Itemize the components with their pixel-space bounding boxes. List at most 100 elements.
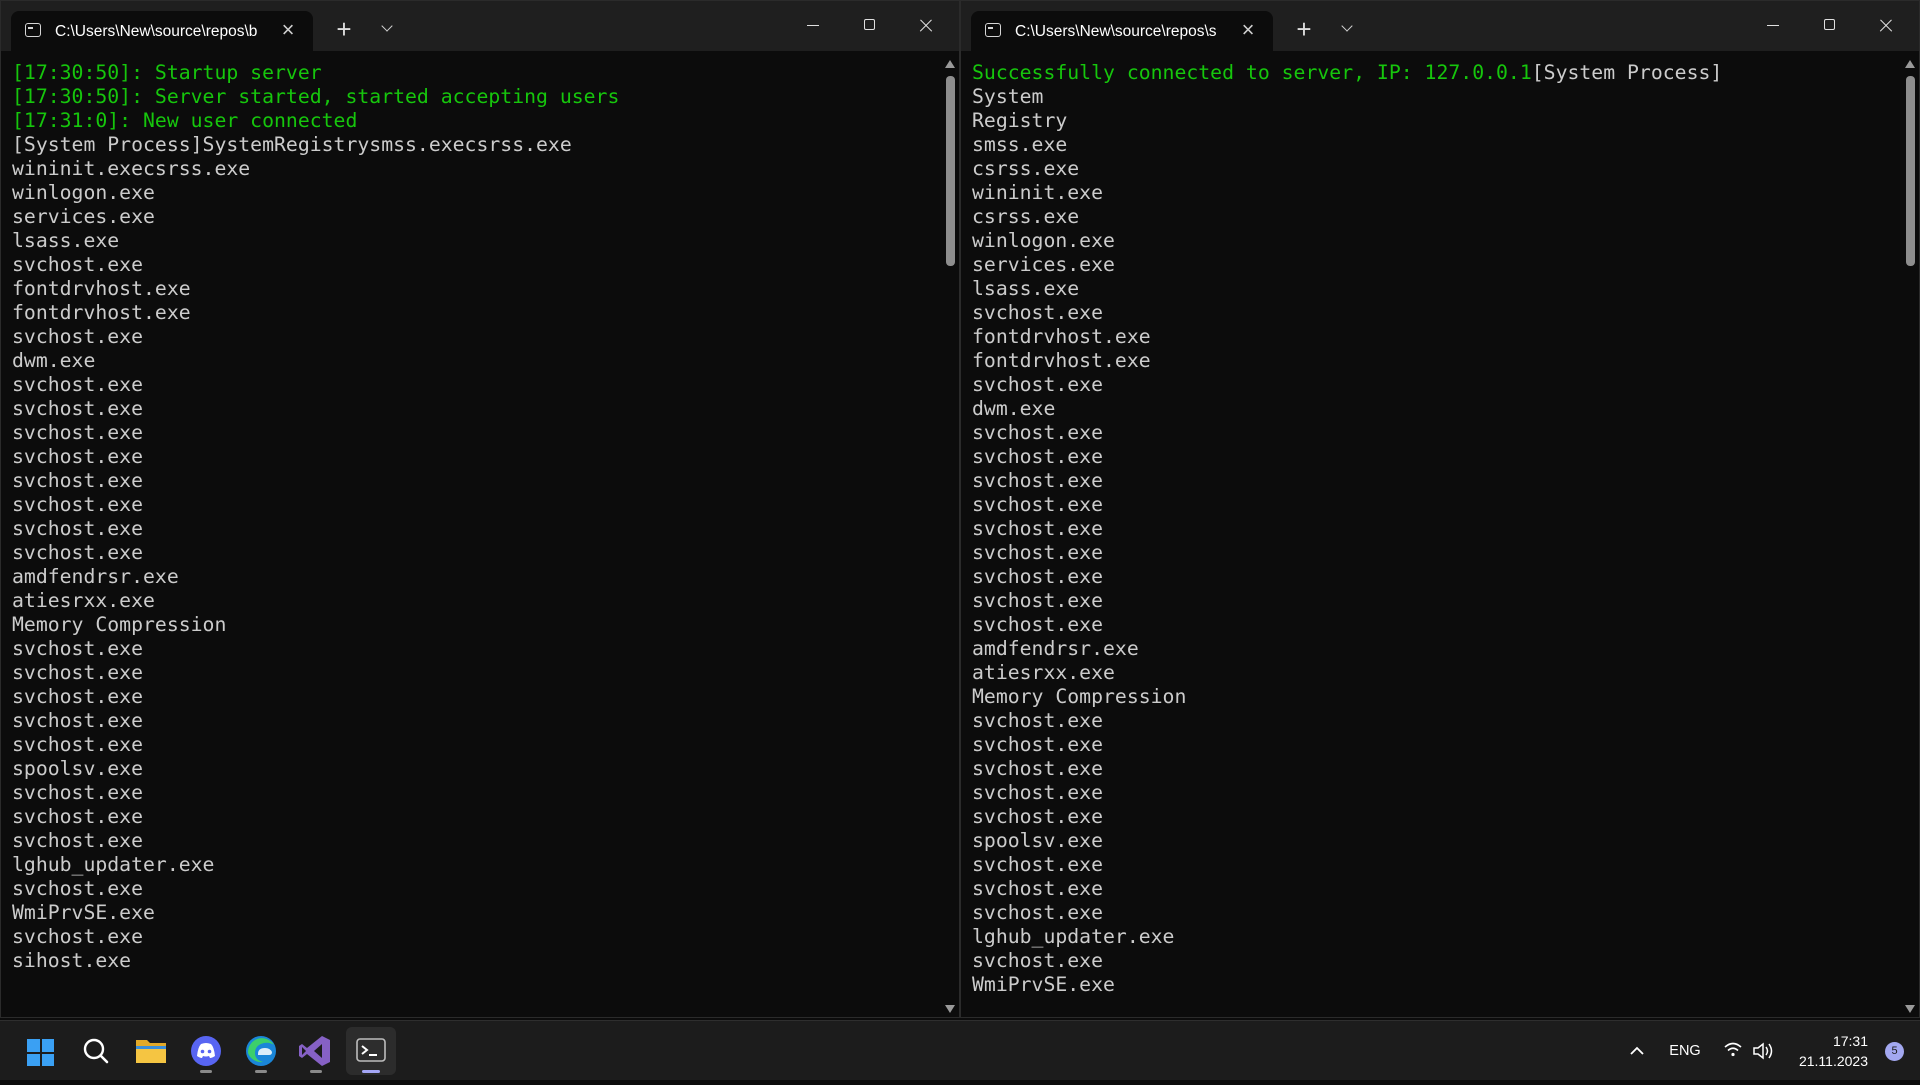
network-button[interactable] xyxy=(1718,1021,1748,1081)
console-line: services.exe xyxy=(12,205,155,228)
notification-badge[interactable]: 5 xyxy=(1885,1042,1904,1061)
minimize-button[interactable] xyxy=(1745,1,1801,51)
search-icon xyxy=(83,1038,109,1064)
close-window-button[interactable] xyxy=(1857,1,1913,51)
console-line: amdfendrsr.exe xyxy=(12,565,179,588)
console-text-segment: Successfully connected to server, IP: 12… xyxy=(972,61,1532,84)
clock-time: 17:31 xyxy=(1832,1033,1868,1049)
console-line: dwm.exe xyxy=(12,349,96,372)
console-line: svchost.exe xyxy=(12,469,144,492)
console-line: svchost.exe xyxy=(972,589,1104,612)
new-tab-button[interactable]: + xyxy=(329,14,359,44)
new-tab-button[interactable]: + xyxy=(1289,14,1319,44)
console-line: svchost.exe xyxy=(12,709,144,732)
chevron-down-icon[interactable] xyxy=(376,19,400,43)
console-line: WmiPrvSE.exe xyxy=(12,901,155,924)
edge-button[interactable] xyxy=(236,1027,286,1075)
console-line: [System Process]SystemRegistrysmss.execs… xyxy=(12,133,572,156)
discord-button[interactable] xyxy=(181,1027,231,1075)
console-line: csrss.exe xyxy=(972,205,1080,228)
close-window-button[interactable] xyxy=(897,1,953,51)
console-line: svchost.exe xyxy=(12,325,144,348)
terminal-window-left[interactable]: C:\Users\New\source\repos\b × + [17:30:5… xyxy=(0,0,960,1018)
console-line: svchost.exe xyxy=(12,733,144,756)
scroll-thumb[interactable] xyxy=(1906,76,1915,266)
language-indicator[interactable]: ENG xyxy=(1660,1021,1710,1081)
console-output[interactable]: Successfully connected to server, IP: 12… xyxy=(972,61,1893,1017)
console-line: atiesrxx.exe xyxy=(972,661,1115,684)
volume-button[interactable] xyxy=(1748,1021,1778,1081)
close-icon[interactable]: × xyxy=(1237,19,1259,41)
clock-date: 21.11.2023 xyxy=(1798,1053,1868,1069)
console-line: svchost.exe xyxy=(12,685,144,708)
tab[interactable]: C:\Users\New\source\repos\s × xyxy=(971,11,1273,51)
console-line: fontdrvhost.exe xyxy=(972,325,1151,348)
search-button[interactable] xyxy=(71,1027,121,1075)
terminal-tab-icon xyxy=(985,23,1001,37)
console-line: fontdrvhost.exe xyxy=(972,349,1151,372)
console-line: services.exe xyxy=(972,253,1115,276)
console-line: svchost.exe xyxy=(972,877,1104,900)
console-line: lghub_updater.exe xyxy=(972,925,1175,948)
console-line: svchost.exe xyxy=(972,493,1104,516)
console-line: dwm.exe xyxy=(972,397,1056,420)
tab[interactable]: C:\Users\New\source\repos\b × xyxy=(11,11,313,51)
console-line: WmiPrvSE.exe xyxy=(972,973,1115,996)
tab-title: C:\Users\New\source\repos\s xyxy=(1015,23,1217,40)
console-line: fontdrvhost.exe xyxy=(12,301,191,324)
console-line: svchost.exe xyxy=(972,805,1104,828)
chevron-up-icon xyxy=(1630,1046,1644,1055)
scroll-down-icon[interactable] xyxy=(945,1005,955,1013)
console-line: wininit.exe xyxy=(972,181,1104,204)
console-line: svchost.exe xyxy=(12,781,144,804)
show-hidden-icons-button[interactable] xyxy=(1622,1021,1652,1081)
console-line: svchost.exe xyxy=(12,637,144,660)
scrollbar[interactable] xyxy=(941,56,959,1017)
console-line: svchost.exe xyxy=(12,493,144,516)
console-line: svchost.exe xyxy=(12,541,144,564)
console-line: winlogon.exe xyxy=(12,181,155,204)
console-line: amdfendrsr.exe xyxy=(972,637,1139,660)
console-line: svchost.exe xyxy=(972,781,1104,804)
edge-icon xyxy=(246,1036,276,1066)
console-line: spoolsv.exe xyxy=(972,829,1104,852)
console-line: svchost.exe xyxy=(12,829,144,852)
clock-area[interactable]: 17:31 21.11.2023 5 xyxy=(1780,1021,1920,1081)
console-line: svchost.exe xyxy=(972,949,1104,972)
console-text-segment: [System Process] xyxy=(1531,61,1723,84)
terminal-window-right[interactable]: C:\Users\New\source\repos\s × + Successf… xyxy=(960,0,1920,1018)
console-line: svchost.exe xyxy=(972,853,1104,876)
maximize-button[interactable] xyxy=(1801,1,1857,51)
minimize-button[interactable] xyxy=(785,1,841,51)
title-bar[interactable]: C:\Users\New\source\repos\b × + xyxy=(1,1,959,51)
console-line: svchost.exe xyxy=(972,709,1104,732)
terminal-button[interactable] xyxy=(346,1027,396,1075)
running-indicator xyxy=(310,1070,322,1073)
title-bar[interactable]: C:\Users\New\source\repos\s × + xyxy=(961,1,1919,51)
visual-studio-button[interactable] xyxy=(291,1027,341,1075)
maximize-button[interactable] xyxy=(841,1,897,51)
console-line: fontdrvhost.exe xyxy=(12,277,191,300)
console-line: svchost.exe xyxy=(12,517,144,540)
scroll-up-icon[interactable] xyxy=(945,60,955,68)
console-line: svchost.exe xyxy=(972,733,1104,756)
scroll-up-icon[interactable] xyxy=(1905,60,1915,68)
console-line: svchost.exe xyxy=(972,301,1104,324)
discord-icon xyxy=(191,1036,221,1066)
scrollbar[interactable] xyxy=(1901,56,1919,1017)
console-line: lghub_updater.exe xyxy=(12,853,215,876)
console-line: svchost.exe xyxy=(12,877,144,900)
console-line: svchost.exe xyxy=(12,805,144,828)
console-line: svchost.exe xyxy=(12,445,144,468)
console-line: [17:30:50]: Startup server xyxy=(12,61,322,84)
console-line: [17:31:0]: New user connected xyxy=(12,109,358,132)
console-line: svchost.exe xyxy=(972,373,1104,396)
start-button[interactable] xyxy=(15,1027,65,1075)
scroll-thumb[interactable] xyxy=(946,76,955,266)
scroll-down-icon[interactable] xyxy=(1905,1005,1915,1013)
console-line: svchost.exe xyxy=(12,397,144,420)
console-output[interactable]: [17:30:50]: Startup server [17:30:50]: Se… xyxy=(12,61,933,1017)
close-icon[interactable]: × xyxy=(277,19,299,41)
file-explorer-button[interactable] xyxy=(126,1027,176,1075)
chevron-down-icon[interactable] xyxy=(1336,19,1360,43)
